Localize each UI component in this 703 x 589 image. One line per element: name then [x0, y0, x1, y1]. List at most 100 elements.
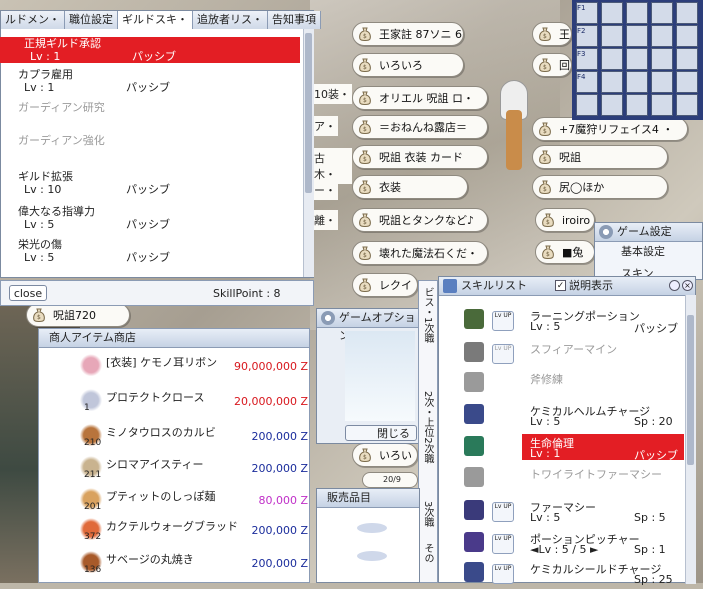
money-bag-icon: $ — [542, 213, 554, 227]
guild-skill-row[interactable]: 正規ギルド承認 Lv : 1 パッシブ — [0, 37, 300, 63]
level-up-button[interactable]: Lv UP — [492, 502, 514, 522]
tab-notice[interactable]: 告知事項 — [268, 11, 321, 29]
guild-skill-row[interactable]: ガーディアン研究 — [18, 101, 302, 127]
vendor-bubble[interactable]: $ iroiro — [535, 208, 595, 232]
hotkey-slot[interactable] — [651, 48, 673, 70]
scroll-thumb[interactable] — [687, 315, 694, 465]
close-icon[interactable]: × — [682, 280, 693, 291]
guild-skill-row[interactable]: 偉大なる指導力 Lv : 5 パッシブ — [18, 205, 302, 231]
hotkey-slot[interactable] — [601, 25, 623, 47]
hotkey-slot[interactable] — [626, 71, 648, 93]
hotkey-slot[interactable] — [626, 94, 648, 116]
game-settings-title-bar[interactable]: ゲーム設定 — [595, 223, 702, 242]
hotkey-slot[interactable] — [676, 71, 698, 93]
sales-title-bar[interactable]: 販売品目 — [317, 489, 419, 508]
skill-row[interactable]: 斧修練 — [464, 368, 686, 399]
guild-skill-row[interactable]: ギルド拡張 Lv : 10 パッシブ — [18, 170, 302, 196]
skill-row[interactable]: Lv UP ラーニングポーション Lv : 5 パッシブ — [464, 305, 686, 336]
hotkey-slot[interactable] — [601, 2, 623, 24]
tab-expelled-list[interactable]: 追放者リス・ — [193, 11, 268, 29]
hotkey-slot[interactable] — [576, 94, 598, 116]
shop-item-row[interactable]: 1 プロテクトクロース 20,000,000 Z — [78, 383, 308, 417]
vendor-bubble[interactable]: $ 王家註 87ソニ 6ケラ... — [352, 22, 464, 46]
settings-basic[interactable]: 基本設定 — [621, 243, 665, 259]
level-up-button[interactable]: Lv UP — [492, 311, 514, 331]
vendor-bubble[interactable]: $ オリエル 呪詛 ロ・ — [352, 86, 488, 110]
vendor-bubble-label: 壊れた魔法石くだ・ — [379, 247, 478, 260]
skill-row[interactable]: Lv UP ポーションピッチャー ◄Lv : 5 / 5 ► Sp : 1 — [464, 528, 686, 559]
vendor-bubble[interactable]: $ 尻◯ほか — [532, 175, 668, 199]
level-up-button[interactable]: Lv UP — [492, 534, 514, 554]
hotkey-slot[interactable] — [626, 48, 648, 70]
level-up-button[interactable]: Lv UP — [492, 564, 514, 584]
tab-second-job[interactable]: 2次・上位2次職 — [421, 391, 435, 464]
hotkey-slot[interactable] — [676, 48, 698, 70]
hotkey-slot[interactable] — [676, 2, 698, 24]
vendor-bubble[interactable]: $ 呪詛720 — [26, 303, 130, 327]
guild-skill-row[interactable]: ガーディアン強化 — [18, 134, 302, 160]
vendor-bubble[interactable]: $ ■兔 — [535, 240, 595, 264]
hotkey-slot[interactable] — [601, 71, 623, 93]
shop-item-row[interactable]: [衣装] ケモノ耳リボン 90,000,000 Z — [78, 348, 308, 382]
vendor-bubble[interactable]: $ +7魔狩リフェイス4 ・ — [532, 117, 688, 141]
skill-row[interactable]: トワイライトファーマシー — [464, 463, 686, 494]
guild-scrollbar[interactable] — [303, 29, 314, 277]
close-button[interactable]: close — [9, 285, 47, 301]
scroll-thumb[interactable] — [305, 33, 312, 193]
level-up-button[interactable]: Lv UP — [492, 344, 514, 364]
tab-guild-skills[interactable]: ギルドスキ・ — [118, 11, 193, 29]
vendor-bubble[interactable]: $ 呪詛 — [532, 145, 668, 169]
vendor-bubble[interactable]: $ レクイ — [352, 273, 418, 297]
shop-item-row[interactable]: 211 シロマアイスティー 200,000 Z — [78, 450, 308, 484]
guild-footer: close SkillPoint : 8 — [0, 280, 314, 306]
guild-skill-name: 正規ギルド承認 — [24, 37, 101, 50]
skill-list-title-bar[interactable]: スキルリスト ✓ 説明表示 × — [439, 277, 695, 296]
hotkey-slot[interactable] — [626, 25, 648, 47]
minimize-icon[interactable] — [669, 280, 680, 291]
hotkey-slot[interactable] — [651, 71, 673, 93]
vendor-bubble[interactable]: $ 呪詛とタンクなど♪ — [352, 208, 488, 232]
game-option-close-button[interactable]: 閉じる — [345, 425, 417, 441]
guild-skill-row[interactable]: カプラ雇用 Lv : 1 パッシブ — [18, 68, 302, 94]
tab-third-job[interactable]: 3次職 — [421, 501, 435, 527]
skill-icon — [464, 404, 484, 424]
tab-position-settings[interactable]: 職位設定 — [65, 11, 118, 29]
item-name: サベージの丸焼き — [106, 553, 194, 566]
vendor-bubble[interactable]: $ 壊れた魔法石くだ・ — [352, 241, 488, 265]
skill-row[interactable]: Lv UP ケミカルシールドチャージ Sp : 25 — [464, 558, 686, 589]
hotkey-slot[interactable] — [601, 48, 623, 70]
vendor-bubble[interactable]: $ いろいろ — [352, 53, 464, 77]
vendor-bubble[interactable]: $ ＝おねんね露店＝ — [352, 115, 488, 139]
hotkey-slot[interactable] — [626, 2, 648, 24]
game-option-title-bar[interactable]: ゲームオプション — [317, 309, 419, 342]
tab-guild-members[interactable]: ルドメン・ — [1, 11, 65, 29]
shop-item-row[interactable]: 201 プティットのしっぽ麺 80,000 Z — [78, 482, 308, 516]
shop-title-bar[interactable]: 商人アイテム商店 — [39, 329, 309, 348]
vendor-bubble[interactable]: $ 王 — [532, 22, 572, 46]
hotkey-slot[interactable] — [651, 25, 673, 47]
guild-skill-row[interactable]: 栄光の傷 Lv : 5 パッシブ — [18, 238, 302, 264]
vendor-bubble[interactable]: $ 回 — [532, 53, 572, 77]
vendor-bubble[interactable]: $ 呪詛 衣装 カード — [352, 145, 488, 169]
skill-row[interactable]: 生命倫理 Lv : 1 パッシブ — [464, 432, 686, 463]
tab-other[interactable]: その — [421, 543, 435, 563]
description-checkbox[interactable]: ✓ — [555, 280, 566, 291]
shop-item-row[interactable]: 136 サベージの丸焼き 200,000 Z — [78, 545, 308, 579]
tab-first-job[interactable]: ビス・1次職 — [421, 287, 435, 343]
vendor-bubble[interactable]: $ いろい — [352, 443, 418, 467]
hotkey-slot[interactable] — [651, 2, 673, 24]
skill-row[interactable]: Lv UP ファーマシー Lv : 5 Sp : 5 — [464, 496, 686, 527]
skill-icon — [464, 500, 484, 520]
skill-row[interactable]: ケミカルヘルムチャージ Lv : 5 Sp : 20 — [464, 400, 686, 431]
hotkey-slot[interactable] — [601, 94, 623, 116]
shop-item-row[interactable]: 372 カクテルウォーグブラッド 200,000 Z — [78, 512, 308, 546]
hotkey-slot[interactable] — [676, 25, 698, 47]
hotkey-slot[interactable] — [651, 94, 673, 116]
hotkey-slot[interactable] — [676, 94, 698, 116]
skill-icon — [464, 436, 484, 456]
skill-list-scrollbar[interactable] — [685, 295, 696, 584]
shop-item-row[interactable]: 210 ミノタウロスのカルビ 200,000 Z — [78, 418, 308, 452]
skill-row[interactable]: Lv UP スフィアーマイン — [464, 338, 686, 369]
vendor-bubble[interactable]: $ 衣装 — [352, 175, 468, 199]
guild-skill-level: Lv : 1 — [30, 50, 61, 63]
